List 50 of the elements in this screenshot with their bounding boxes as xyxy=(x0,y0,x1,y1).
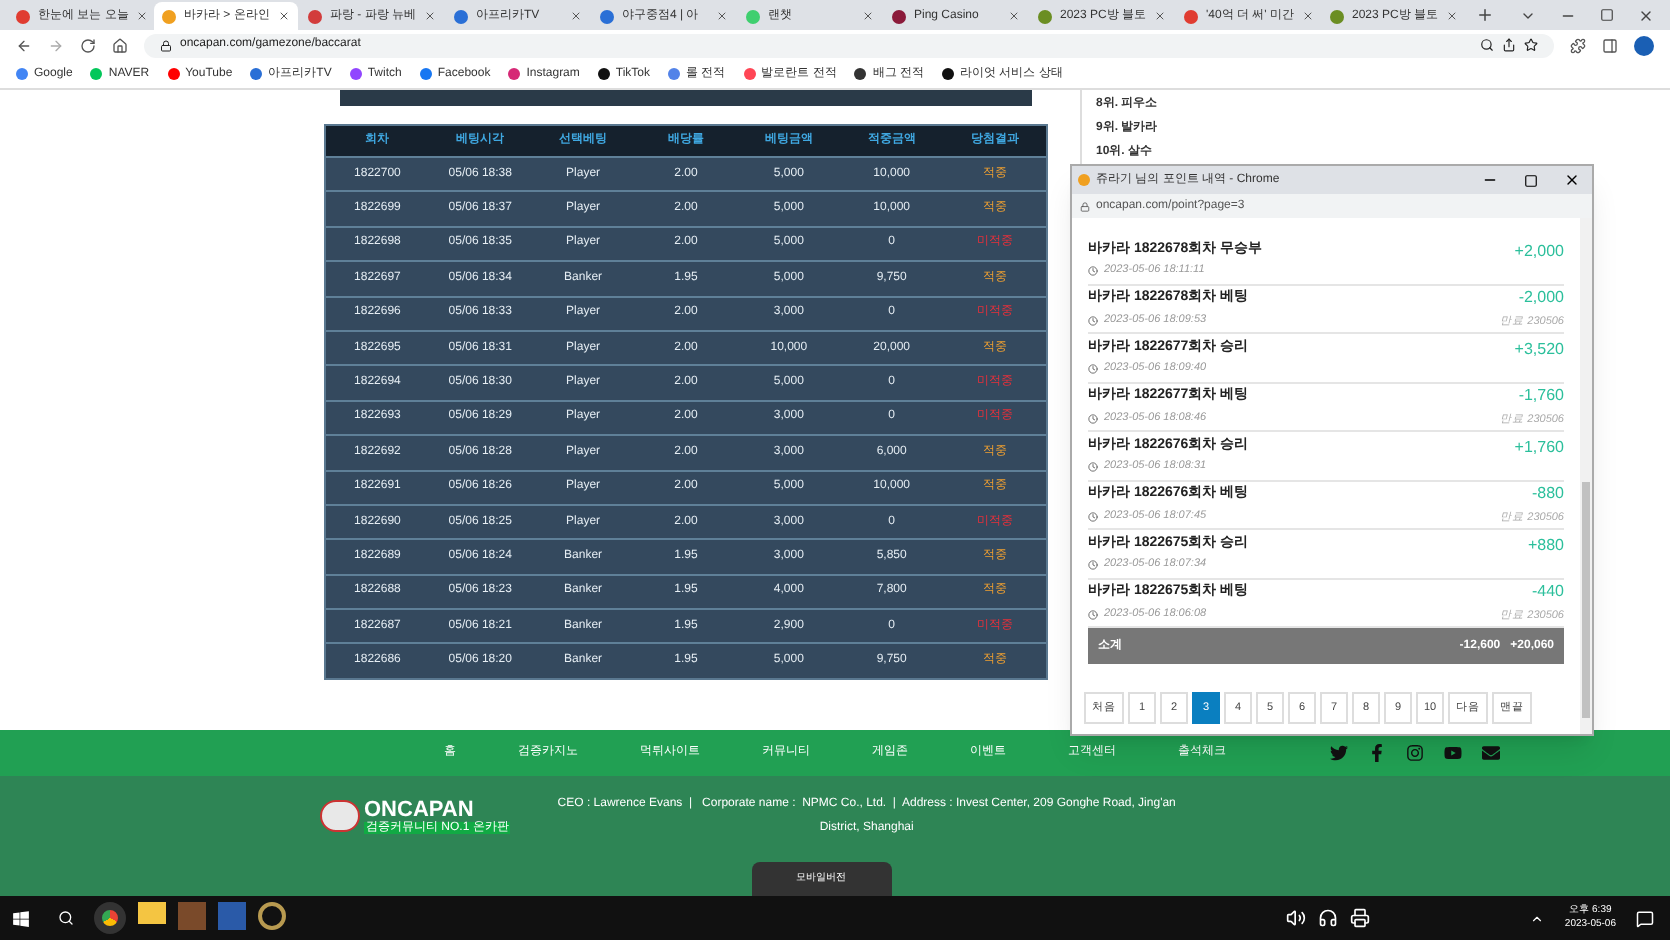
share-icon[interactable] xyxy=(1502,38,1516,52)
clock-icon xyxy=(1088,315,1098,325)
clock-icon xyxy=(1088,560,1098,570)
extensions-icon[interactable] xyxy=(1570,37,1586,53)
printer-icon[interactable] xyxy=(1350,908,1371,928)
facebook-icon[interactable] xyxy=(1368,744,1386,762)
point-amount: -880 xyxy=(1531,482,1564,507)
speaker-icon[interactable] xyxy=(1286,908,1307,928)
tray-expand-icon[interactable] xyxy=(1530,911,1545,925)
clock-icon xyxy=(1088,364,1098,374)
point-amount: +2,000 xyxy=(1514,239,1564,264)
close-icon[interactable] xyxy=(1638,8,1654,24)
close-icon[interactable] xyxy=(278,10,290,22)
point-amount: -1,760 xyxy=(1518,384,1564,409)
search-icon[interactable] xyxy=(1480,38,1494,52)
clock-icon xyxy=(1088,413,1098,423)
new-tab-button[interactable] xyxy=(1476,6,1494,24)
tab-list-icon[interactable] xyxy=(1520,8,1536,24)
lock-icon xyxy=(160,39,172,51)
point-amount: +1,760 xyxy=(1514,435,1564,460)
chrome-app-icon[interactable] xyxy=(94,902,126,934)
game-app-icon[interactable] xyxy=(258,902,286,930)
close-icon[interactable] xyxy=(1564,172,1580,188)
logo-text: ONCAPAN xyxy=(364,799,476,821)
notification-icon[interactable] xyxy=(1636,909,1654,927)
star-icon[interactable] xyxy=(1524,38,1538,52)
clock-icon xyxy=(1088,609,1098,619)
point-amount: -440 xyxy=(1531,580,1564,605)
youtube-icon[interactable] xyxy=(1444,744,1462,762)
profile-avatar[interactable] xyxy=(1634,35,1654,55)
logo-icon xyxy=(320,800,360,832)
clock-icon xyxy=(1088,511,1098,521)
home-icon[interactable] xyxy=(112,37,128,53)
mail-icon[interactable] xyxy=(1482,744,1500,762)
reload-icon[interactable] xyxy=(80,37,96,53)
lock-icon xyxy=(1080,201,1090,211)
point-amount: +3,520 xyxy=(1514,337,1564,362)
headphones-icon[interactable] xyxy=(1318,908,1339,928)
scrollbar[interactable] xyxy=(1580,218,1592,734)
point-amount: -2,000 xyxy=(1518,286,1564,311)
maximize-icon[interactable] xyxy=(1524,173,1538,187)
twitter-icon[interactable] xyxy=(1330,744,1348,762)
back-icon[interactable] xyxy=(16,37,32,53)
side-panel-icon[interactable] xyxy=(1602,37,1618,53)
point-amount: +880 xyxy=(1527,533,1564,558)
favicon-icon xyxy=(1078,174,1090,186)
clock-icon xyxy=(1088,462,1098,472)
clock-icon xyxy=(1088,266,1098,276)
start-icon[interactable] xyxy=(12,909,30,927)
instagram-icon[interactable] xyxy=(1406,744,1424,762)
